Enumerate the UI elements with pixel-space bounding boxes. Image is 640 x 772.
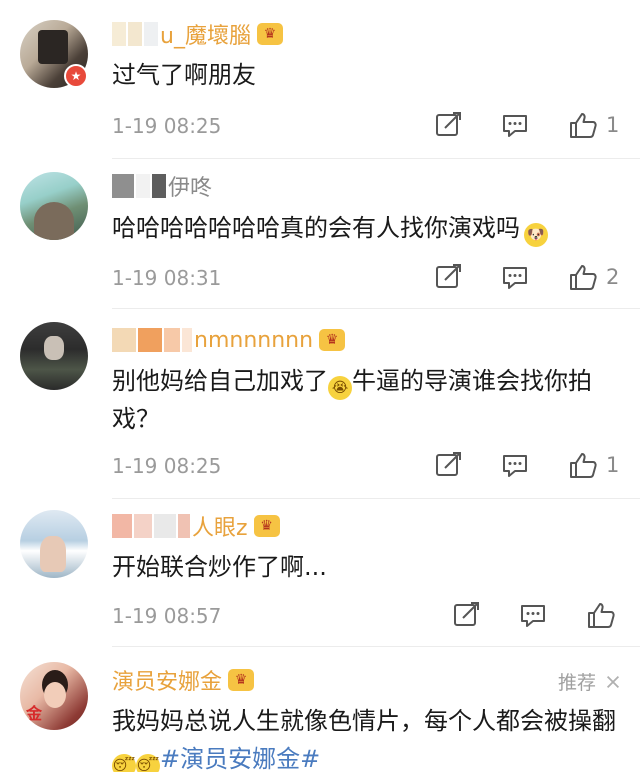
comment-item-1: ★ u_魔壞腦 ♛ 过气了啊朋友 1-19 08:25 1: [0, 0, 640, 160]
divider: [112, 158, 640, 159]
vip-crown-icon: ♛: [319, 329, 346, 351]
avatar[interactable]: 金: [20, 662, 88, 730]
share-icon[interactable]: [434, 110, 464, 140]
divider: [112, 498, 640, 499]
comment-text: 别他妈给自己加戏了 😭 牛逼的导演谁会找你拍戏？: [112, 362, 624, 438]
comment-text-body: 哈哈哈哈哈哈哈真的会有人找你演戏吗: [112, 214, 520, 242]
mosaic-block: [182, 328, 192, 352]
like-count: 1: [606, 113, 620, 137]
username[interactable]: 演员安娜金: [112, 664, 222, 696]
comment-text-body: 我妈妈总说人生就像色情片，每个人都会被操翻: [112, 707, 616, 735]
mosaic-block: [112, 514, 132, 538]
verified-badge-icon: ★: [64, 64, 88, 88]
divider: [112, 308, 640, 309]
mosaic-block: [178, 514, 190, 538]
mosaic-block: [128, 22, 142, 46]
comment-item-2: 伊咚 哈哈哈哈哈哈哈真的会有人找你演戏吗 🐶 1-19 08:31 2: [0, 160, 640, 310]
vip-crown-icon: ♛: [253, 515, 280, 537]
mosaic-block: [152, 174, 166, 198]
comment-item-5: 金 演员安娜金 ♛ 推荐 我妈妈总说人生就像色情片，每个人都会被操翻😴 😴#演员安…: [0, 648, 640, 772]
avatar-overlay-text: 金: [26, 704, 43, 723]
comment-text: 我妈妈总说人生就像色情片，每个人都会被操翻😴 😴#演员安娜金#: [112, 702, 628, 772]
username-row[interactable]: 伊咚: [112, 170, 212, 202]
username[interactable]: u_魔壞腦: [160, 18, 251, 50]
thumbs-up-icon[interactable]: [568, 450, 598, 480]
comment-icon[interactable]: [518, 600, 548, 630]
avatar[interactable]: [20, 510, 88, 578]
thumbs-up-icon[interactable]: [568, 110, 598, 140]
recommend-tag[interactable]: 推荐: [558, 668, 622, 695]
avatar[interactable]: [20, 172, 88, 240]
sleepy-emoji-icon: 😴: [112, 754, 136, 772]
comment-item-4: 人眼z ♛ 开始联合炒作了啊... 1-19 08:57: [0, 500, 640, 648]
mosaic-block: [144, 22, 158, 46]
comment-actions: 1: [434, 450, 619, 480]
thumbs-up-icon[interactable]: [568, 262, 598, 292]
username[interactable]: 伊咚: [168, 170, 212, 202]
vip-crown-icon: ♛: [256, 23, 283, 45]
avatar[interactable]: [20, 322, 88, 390]
username[interactable]: nmnnnnnn: [194, 328, 313, 353]
comment-text-body: 别他妈给自己加戏了: [112, 367, 328, 395]
mosaic-block: [164, 328, 180, 352]
comment-actions: 1: [434, 110, 619, 140]
timestamp: 1-19 08:25: [112, 454, 222, 478]
mosaic-block: [112, 22, 126, 46]
mosaic-block: [138, 328, 162, 352]
comment-text: 哈哈哈哈哈哈哈真的会有人找你演戏吗 🐶: [112, 209, 622, 247]
crying-emoji-icon: 😭: [328, 376, 352, 400]
username[interactable]: 人眼z: [192, 510, 248, 542]
doge-emoji-icon: 🐶: [524, 223, 548, 247]
thumbs-up-icon[interactable]: [586, 600, 616, 630]
comment-item-3: nmnnnnnn ♛ 别他妈给自己加戏了 😭 牛逼的导演谁会找你拍戏？ 1-19 0…: [0, 310, 640, 500]
vip-crown-icon: ♛: [228, 669, 255, 691]
hashtag-link[interactable]: #演员安娜金#: [160, 745, 320, 772]
timestamp: 1-19 08:31: [112, 266, 222, 290]
comment-icon[interactable]: [500, 262, 530, 292]
username-row[interactable]: 演员安娜金 ♛: [112, 664, 255, 696]
comment-icon[interactable]: [500, 450, 530, 480]
divider: [112, 646, 640, 647]
comment-actions: 2: [434, 262, 619, 292]
mosaic-block: [112, 174, 134, 198]
username-row[interactable]: u_魔壞腦 ♛: [112, 18, 283, 50]
timestamp: 1-19 08:57: [112, 604, 222, 628]
comment-actions: [452, 600, 624, 630]
username-row[interactable]: nmnnnnnn ♛: [112, 324, 346, 356]
share-icon[interactable]: [434, 262, 464, 292]
share-icon[interactable]: [452, 600, 482, 630]
mosaic-block: [134, 514, 152, 538]
mosaic-block: [112, 328, 136, 352]
comment-icon[interactable]: [500, 110, 530, 140]
sleepy-emoji-icon: 😴: [136, 754, 160, 772]
username-row[interactable]: 人眼z ♛: [112, 510, 280, 542]
comment-text: 过气了啊朋友: [112, 61, 256, 89]
recommend-label: 推荐: [557, 672, 596, 694]
like-count: 2: [606, 265, 620, 289]
share-icon[interactable]: [434, 450, 464, 480]
like-count: 1: [606, 453, 620, 477]
comment-text: 开始联合炒作了啊...: [112, 553, 327, 581]
mosaic-block: [154, 514, 176, 538]
close-icon[interactable]: [604, 673, 622, 691]
mosaic-block: [136, 174, 150, 198]
timestamp: 1-19 08:25: [112, 114, 222, 138]
